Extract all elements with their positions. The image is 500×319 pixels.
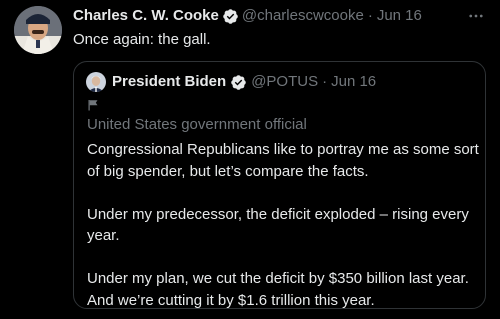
quoted-tweet-text: Congressional Republicans like to portra…	[87, 139, 479, 311]
quoted-tweet-date[interactable]: Jun 16	[331, 72, 376, 92]
quoted-author-name[interactable]: President Biden	[112, 72, 226, 92]
quoted-author-avatar[interactable]	[86, 72, 106, 92]
avatar-image	[14, 6, 62, 54]
author-handle[interactable]: @charlescwcooke	[242, 6, 364, 26]
tweet-text: Once again: the gall.	[73, 31, 211, 48]
quoted-tweet[interactable]: President Biden @POTUS · Jun 16 United S…	[73, 61, 486, 309]
quoted-paragraph: Congressional Republicans like to portra…	[87, 141, 479, 180]
tweet[interactable]: Charles C. W. Cooke @charlescwcooke · Ju…	[0, 0, 500, 319]
quoted-tweet-header: President Biden @POTUS · Jun 16	[112, 72, 376, 92]
separator-dot: ·	[367, 7, 373, 24]
quoted-avatar-image	[86, 72, 106, 92]
quoted-paragraph: Under my plan, we cut the deficit by $35…	[87, 270, 469, 309]
author-avatar[interactable]	[14, 6, 62, 54]
verified-badge-icon	[222, 8, 239, 25]
quoted-paragraph: Under my predecessor, the deficit explod…	[87, 205, 469, 245]
more-options-button[interactable]	[466, 6, 486, 26]
government-label[interactable]: United States government official	[87, 115, 307, 135]
quoted-author-handle[interactable]: @POTUS	[251, 72, 318, 92]
tweet-date[interactable]: Jun 16	[377, 6, 422, 26]
tweet-header: Charles C. W. Cooke @charlescwcooke · Ju…	[73, 6, 422, 26]
quoted-separator-dot: ·	[322, 73, 328, 90]
quoted-verified-badge-icon	[230, 74, 247, 91]
flag-icon	[87, 98, 99, 111]
author-name[interactable]: Charles C. W. Cooke	[73, 6, 219, 26]
more-horizontal-icon	[469, 14, 483, 18]
